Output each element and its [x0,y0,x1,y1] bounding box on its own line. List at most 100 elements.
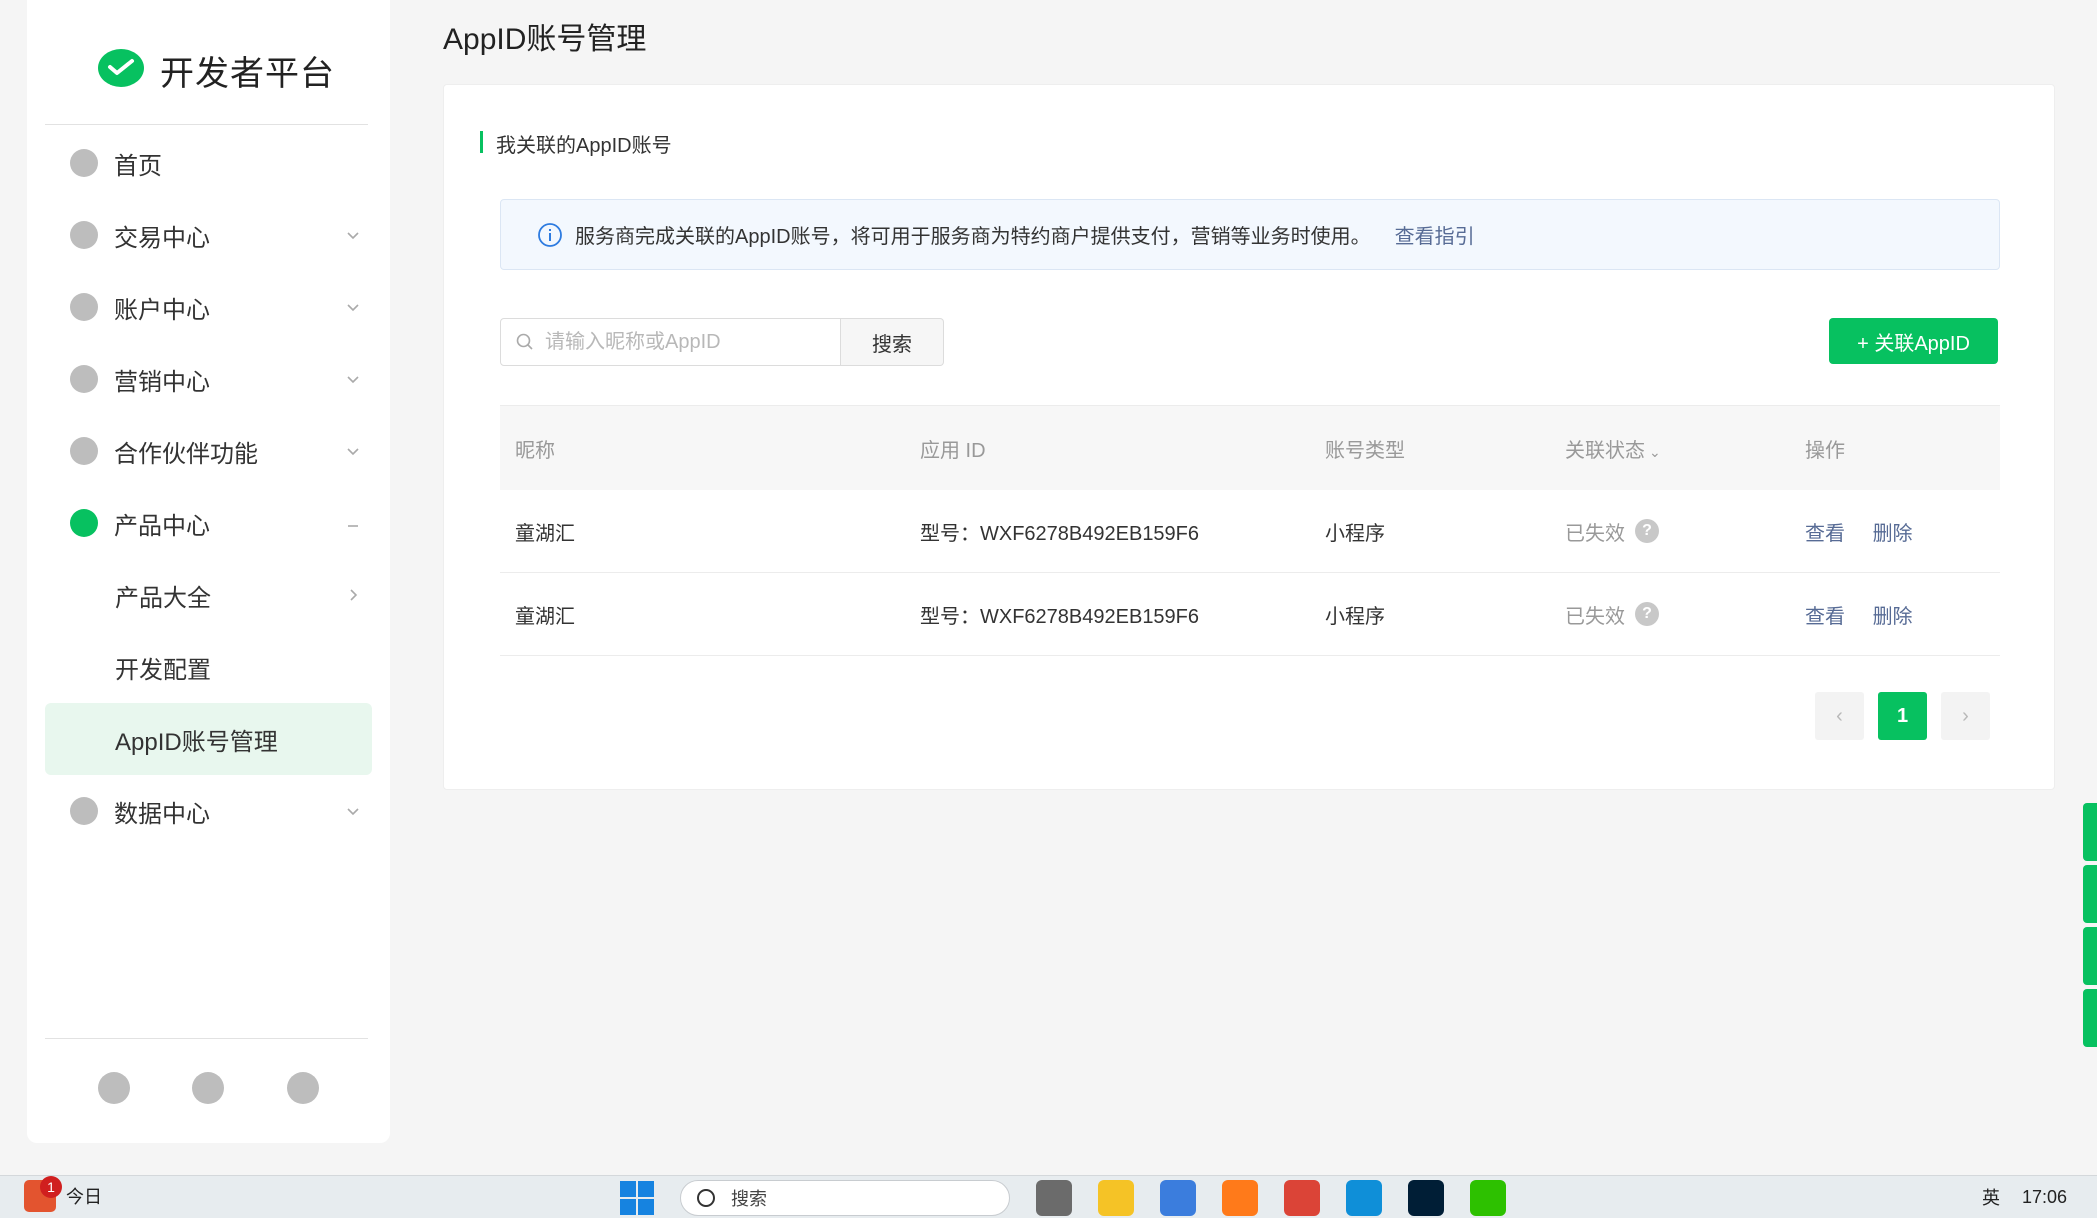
sidebar-item-marketing-center[interactable]: 营销中心 [27,343,390,415]
side-tab[interactable] [2083,865,2097,923]
sidebar-item-trade-center[interactable]: 交易中心 [27,199,390,271]
sidebar-footer [27,1058,390,1118]
file-explorer-icon[interactable] [1098,1180,1134,1216]
ime-indicator[interactable]: 英 [1982,1184,2000,1210]
cell-nickname: 童湖汇 [515,522,575,545]
taskbar-search-label: 搜索 [731,1189,767,1209]
divider [45,1038,368,1039]
marketing-icon [70,365,98,393]
collapse-icon [348,525,358,527]
home-icon [70,149,98,177]
data-icon [70,797,98,825]
sidebar-item-product-catalog[interactable]: 产品大全 [27,559,390,631]
page-title: AppID账号管理 [443,23,647,56]
column-nickname: 昵称 [515,439,555,462]
sidebar-item-label: 合作伙伴功能 [114,440,258,468]
prev-page-button[interactable]: ‹ [1815,692,1864,740]
sidebar-item-label: 交易中心 [114,224,210,252]
app-icon[interactable] [1036,1180,1072,1216]
view-link[interactable]: 查看 [1805,606,1845,628]
sidebar-item-partner-functions[interactable]: 合作伙伴功能 [27,415,390,487]
column-actions: 操作 [1805,439,1845,462]
windows-start-icon[interactable] [620,1181,654,1215]
search-bar: 搜索 [500,318,944,366]
sidebar-item-data-center[interactable]: 数据中心 [27,775,390,847]
user-avatar-icon[interactable] [286,1072,319,1104]
chevron-right-icon [350,589,358,601]
sidebar-item-label: 数据中心 [114,800,210,828]
notice-banner: 服务商完成关联的AppID账号，将可用于服务商为特约商户提供支付，营销等业务时使… [500,199,2000,270]
chrome-icon[interactable] [1284,1180,1320,1216]
side-tab[interactable] [2083,803,2097,861]
sidebar-item-dev-config[interactable]: 开发配置 [27,631,390,703]
edge-icon[interactable] [1346,1180,1382,1216]
section-title: 我关联的AppID账号 [480,129,672,158]
page-button-current[interactable]: 1 [1878,692,1927,740]
help-icon[interactable]: ? [1635,602,1659,626]
link-appid-button[interactable]: + 关联AppID [1829,318,1998,364]
cell-actions: 查看 删除 [1790,517,2000,546]
clock[interactable]: 17:06 [2022,1187,2067,1208]
notification-badge: 1 [40,1176,62,1198]
pagination: ‹ 1 › [1815,692,1990,740]
cell-actions: 查看 删除 [1790,600,2000,629]
news-icon: 1 [24,1176,62,1212]
account-icon [70,293,98,321]
chevron-down-icon [347,304,359,312]
partner-icon [70,437,98,465]
appid-table: 昵称 应用 ID 账号类型 关联状态 ⌄ 操作 童湖汇 型号：WXF6278B49… [500,405,2000,656]
delete-link[interactable]: 删除 [1873,523,1913,545]
chevron-down-icon [347,448,359,456]
brand[interactable]: 开发者平台 [27,40,390,100]
chevron-down-icon [347,808,359,816]
sidebar-item-label: 产品大全 [115,584,211,612]
sidebar-item-home[interactable]: 首页 [27,127,390,199]
firefox-icon[interactable] [1222,1180,1258,1216]
view-guide-link[interactable]: 查看指引 [1395,220,1475,249]
column-link-status[interactable]: 关联状态 ⌄ [1550,434,1790,463]
sidebar-item-label: 开发配置 [115,656,211,684]
sidebar-item-product-center[interactable]: 产品中心 [27,487,390,559]
wechat-icon[interactable] [1470,1180,1506,1216]
photoshop-icon[interactable] [1408,1180,1444,1216]
product-icon [70,509,98,537]
cell-account-type: 小程序 [1325,522,1385,545]
os-taskbar: 1 今日 搜索 英 17:06 [0,1175,2097,1218]
brand-name: 开发者平台 [160,54,335,93]
sidebar-item-account-center[interactable]: 账户中心 [27,271,390,343]
search-icon [516,333,533,350]
chevron-down-icon: ⌄ [1649,443,1661,460]
cell-nickname: 童湖汇 [515,605,575,628]
sidebar: 开发者平台 首页 交易中心 账户中心 营销中心 合作伙伴功能 产品中心 产品大全… [27,0,390,1143]
side-tab[interactable] [2083,989,2097,1047]
cell-status: 已失效 ? [1550,517,1790,546]
notepad-icon[interactable] [1160,1180,1196,1216]
notification-bell-icon[interactable] [192,1072,225,1104]
floating-side-tabs [2083,803,2097,1051]
wechat-pay-logo-icon [98,49,144,87]
column-app-id: 应用 ID [920,439,986,462]
column-label: 关联状态 [1565,439,1645,462]
search-icon [697,1189,715,1207]
cell-app-id: 型号：WXF6278B492EB159F6 [920,522,1200,545]
help-icon[interactable]: ? [1635,519,1659,543]
table-row: 童湖汇 型号：WXF6278B492EB159F6 小程序 已失效 ? 查看 删… [500,490,2000,573]
taskbar-search[interactable]: 搜索 [680,1180,1010,1216]
news-widget[interactable]: 1 今日 [24,1176,102,1212]
status-text: 已失效 [1565,522,1625,545]
table-row: 童湖汇 型号：WXF6278B492EB159F6 小程序 已失效 ? 查看 删… [500,573,2000,656]
next-page-button[interactable]: › [1941,692,1990,740]
sidebar-item-appid-management[interactable]: AppID账号管理 [45,703,372,775]
sidebar-item-label: AppID账号管理 [115,728,278,756]
news-label: 今日 [66,1187,102,1207]
cell-app-id: 型号：WXF6278B492EB159F6 [920,605,1200,628]
delete-link[interactable]: 删除 [1873,606,1913,628]
table-header: 昵称 应用 ID 账号类型 关联状态 ⌄ 操作 [500,405,2000,490]
search-button[interactable]: 搜索 [841,318,944,366]
message-icon[interactable] [98,1072,131,1104]
side-tab[interactable] [2083,927,2097,985]
search-input[interactable] [545,330,825,354]
appid-card: 我关联的AppID账号 服务商完成关联的AppID账号，将可用于服务商为特约商户… [443,84,2055,790]
view-link[interactable]: 查看 [1805,523,1845,545]
status-text: 已失效 [1565,605,1625,628]
